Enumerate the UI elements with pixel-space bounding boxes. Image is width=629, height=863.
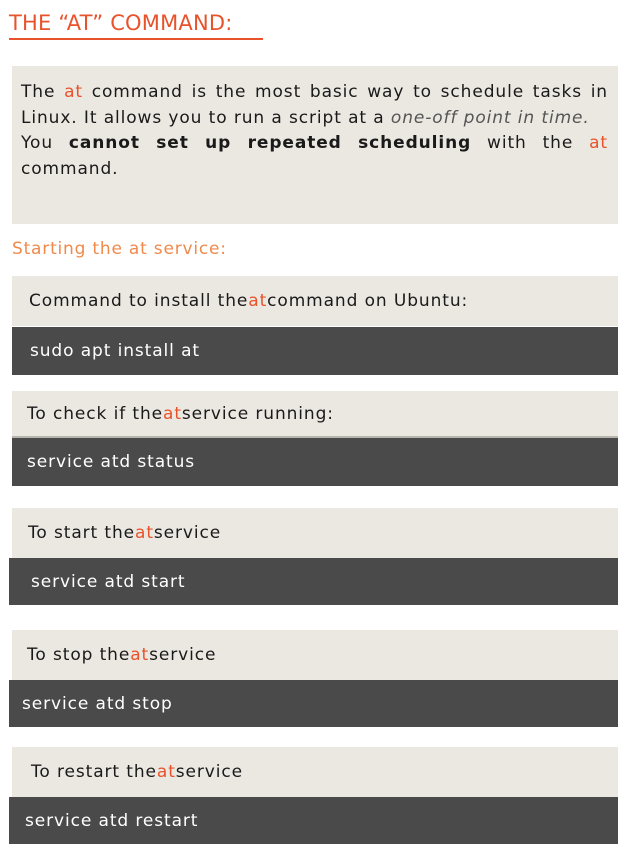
intro-paragraph-2: You cannot set up repeated scheduling wi… (21, 131, 608, 182)
status-label: To check if the at service running: (12, 391, 618, 438)
stop-command[interactable]: service atd stop (9, 680, 618, 727)
intro-text: command. (21, 158, 119, 179)
at-keyword: at (589, 133, 608, 153)
stop-label: To stop the at service (12, 630, 618, 680)
start-command[interactable]: service atd start (9, 558, 618, 605)
label-text: To check if the (27, 403, 163, 424)
restart-label: To restart the at service (12, 747, 618, 797)
at-keyword: at (163, 403, 182, 424)
label-text: To restart the (31, 762, 157, 782)
intro-text: You (21, 133, 69, 153)
label-text: service (149, 645, 217, 665)
status-command[interactable]: service atd status (12, 438, 618, 486)
install-command[interactable]: sudo apt install at (12, 327, 618, 375)
intro-text: with the (471, 133, 590, 153)
install-label: Command to install the at command on Ubu… (12, 276, 618, 326)
page-title: THE “AT” COMMAND: (9, 11, 263, 40)
at-keyword: at (248, 291, 268, 311)
intro-paragraph-1: The at command is the most basic way to … (21, 80, 608, 131)
intro-panel: The at command is the most basic way to … (12, 66, 618, 224)
section-subheading: Starting the at service: (12, 239, 227, 259)
label-text: To stop the (27, 645, 131, 665)
at-keyword: at (130, 645, 150, 665)
at-keyword: at (135, 523, 154, 543)
intro-text: The (21, 82, 65, 102)
label-text: service (153, 523, 222, 543)
intro-italic-text: one-off point in time. (390, 107, 590, 128)
label-text: To start the (28, 523, 135, 543)
label-text: Command to install the (29, 291, 249, 311)
start-label: To start the at service (12, 508, 618, 558)
at-keyword: at (64, 82, 83, 102)
label-text: service running: (181, 403, 334, 424)
label-text: service (175, 762, 243, 782)
at-keyword: at (156, 762, 176, 782)
intro-bold-text: cannot set up repeated scheduling (68, 133, 472, 153)
restart-command[interactable]: service atd restart (9, 797, 618, 844)
label-text: command on Ubuntu: (267, 291, 469, 311)
